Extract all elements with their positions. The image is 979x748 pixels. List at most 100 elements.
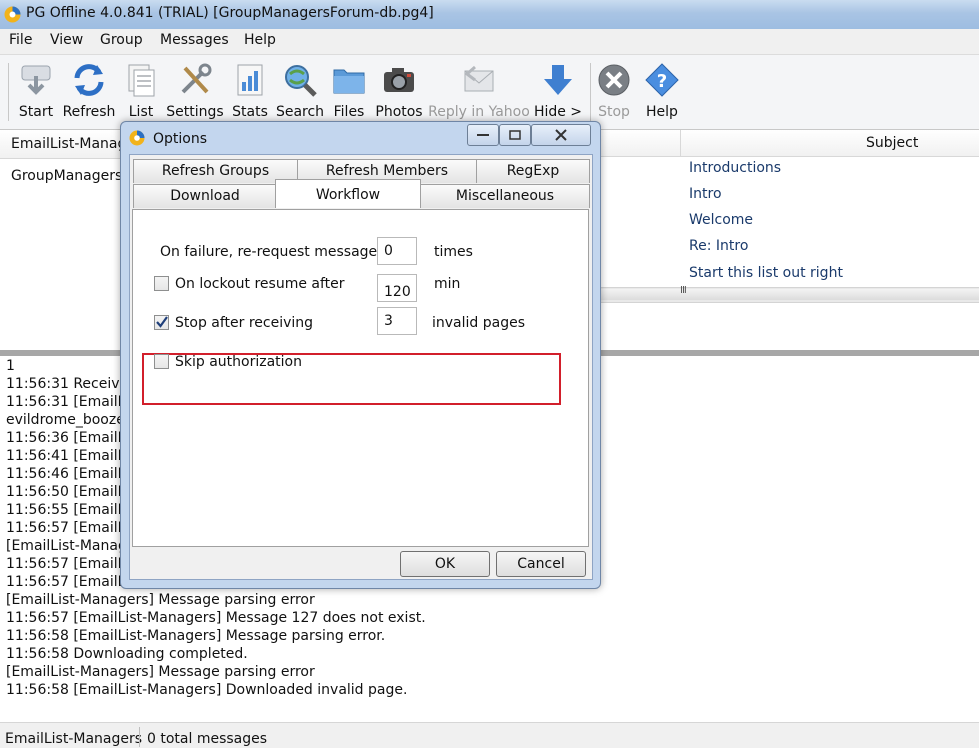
- stop-after-label: Stop after receiving: [175, 315, 314, 331]
- log-line: 11:56:58 Downloading completed.: [6, 646, 248, 662]
- menu-file[interactable]: File: [9, 32, 32, 48]
- title-bar[interactable]: PG Offline 4.0.841 (TRIAL) [GroupManager…: [0, 0, 979, 29]
- photos-button[interactable]: Photos: [372, 58, 426, 124]
- hide-button[interactable]: Hide >: [532, 58, 584, 124]
- maximize-icon: [509, 130, 521, 140]
- close-button[interactable]: [531, 124, 591, 146]
- refresh-icon: [74, 64, 104, 96]
- hide-label: Hide >: [533, 104, 583, 120]
- dialog-body: Refresh Groups Refresh Members RegExp Do…: [129, 154, 593, 580]
- message-subject[interactable]: Introductions: [689, 160, 781, 176]
- toolbar-divider: [590, 63, 591, 121]
- lockout-minutes-input[interactable]: 120: [377, 274, 417, 302]
- dialog-title: Options: [153, 131, 208, 147]
- status-message-count: 0 total messages: [147, 731, 268, 747]
- horizontal-scrollbar[interactable]: III: [598, 285, 979, 303]
- message-subject[interactable]: Start this list out right: [689, 265, 843, 281]
- message-subject[interactable]: Welcome: [689, 212, 753, 228]
- stop-x-icon: [598, 64, 630, 96]
- message-subject[interactable]: Intro: [689, 186, 722, 202]
- dialog-app-icon: [129, 130, 145, 146]
- skip-authorization-checkbox[interactable]: [154, 354, 169, 369]
- reply-in-yahoo-button[interactable]: Reply in Yahoo: [428, 58, 530, 124]
- hide-arrow-down-icon: [544, 65, 572, 95]
- message-list-pane: Subject Introductions Intro Welcome Re: …: [598, 130, 979, 350]
- lockout-unit-label: min: [434, 276, 461, 292]
- toolbar: Start Refresh List Settings Stats Search…: [0, 55, 979, 130]
- menu-help[interactable]: Help: [244, 32, 276, 48]
- status-divider: [139, 727, 140, 747]
- log-line: [EmailList-Managers] Message parsing err…: [6, 592, 315, 608]
- stats-label: Stats: [232, 104, 268, 120]
- message-subject[interactable]: Re: Intro: [689, 238, 748, 254]
- tab-miscellaneous[interactable]: Miscellaneous: [420, 184, 590, 208]
- menu-view[interactable]: View: [50, 32, 83, 48]
- failure-unit-label: times: [434, 244, 473, 260]
- svg-text:?: ?: [657, 71, 667, 92]
- toolbar-grip: [8, 63, 9, 121]
- maximize-button[interactable]: [499, 124, 531, 146]
- start-label: Start: [18, 104, 54, 120]
- start-button[interactable]: Start: [14, 58, 58, 124]
- menu-messages[interactable]: Messages: [160, 32, 229, 48]
- stop-after-unit-label: invalid pages: [432, 315, 526, 331]
- workflow-tab-panel: On failure, re-request message 0 times O…: [132, 209, 589, 547]
- tab-regexp[interactable]: RegExp: [476, 159, 590, 183]
- column-separator[interactable]: [680, 130, 681, 156]
- reply-in-yahoo-label: Reply in Yahoo: [428, 104, 530, 120]
- window-title: PG Offline 4.0.841 (TRIAL) [GroupManager…: [26, 5, 434, 21]
- reply-mail-icon: [464, 65, 494, 92]
- checkmark-icon: [156, 316, 168, 328]
- stop-after-pages-input[interactable]: 3: [377, 307, 417, 335]
- options-dialog: Options Refresh Groups Refresh Members R…: [120, 121, 601, 589]
- start-download-icon: [21, 65, 51, 95]
- stop-button[interactable]: Stop: [594, 58, 634, 124]
- settings-button[interactable]: Settings: [164, 58, 226, 124]
- log-line: [EmailList-Manag: [6, 538, 127, 554]
- search-label: Search: [275, 104, 325, 120]
- cancel-button[interactable]: Cancel: [496, 551, 586, 577]
- files-label: Files: [333, 104, 365, 120]
- list-button[interactable]: List: [120, 58, 162, 124]
- ok-button[interactable]: OK: [400, 551, 490, 577]
- tab-refresh-groups[interactable]: Refresh Groups: [133, 159, 298, 183]
- scroll-grip: III: [680, 285, 687, 296]
- menu-group[interactable]: Group: [100, 32, 143, 48]
- files-folder-icon: [333, 69, 365, 94]
- status-bar: EmailList-Managers 0 total messages: [0, 722, 979, 748]
- help-button[interactable]: ? Help: [640, 58, 684, 124]
- settings-label: Settings: [166, 104, 224, 120]
- files-button[interactable]: Files: [328, 58, 370, 124]
- stop-after-checkbox[interactable]: [154, 315, 169, 330]
- help-label: Help: [646, 104, 678, 120]
- minimize-button[interactable]: [467, 124, 499, 146]
- skip-authorization-label: Skip authorization: [175, 354, 302, 370]
- log-line: 1: [6, 358, 15, 374]
- group-list-header[interactable]: EmailList-Managers: [0, 130, 148, 159]
- group-list-pane: EmailList-Managers GroupManagersForum: [0, 130, 167, 350]
- scrollbar-thumb[interactable]: [598, 289, 979, 300]
- log-line: [EmailList-Managers] Message parsing err…: [6, 664, 315, 680]
- minimize-icon: [477, 134, 489, 136]
- list-label: List: [128, 104, 154, 120]
- stats-button[interactable]: Stats: [228, 58, 272, 124]
- list-icon: [128, 64, 155, 97]
- refresh-button[interactable]: Refresh: [60, 58, 118, 124]
- subject-column-header[interactable]: Subject: [866, 135, 918, 151]
- on-failure-label: On failure, re-request message: [160, 244, 378, 260]
- lockout-checkbox[interactable]: [154, 276, 169, 291]
- status-group: EmailList-Managers: [5, 731, 143, 747]
- tab-download[interactable]: Download: [133, 184, 277, 208]
- help-question-icon: ?: [645, 63, 679, 97]
- close-icon: [555, 129, 567, 141]
- stop-label: Stop: [598, 104, 630, 120]
- lockout-label: On lockout resume after: [175, 276, 345, 292]
- message-list-header: Subject: [598, 130, 979, 157]
- log-line: 11:56:58 [EmailList-Managers] Downloaded…: [6, 682, 408, 698]
- tab-workflow[interactable]: Workflow: [275, 179, 421, 208]
- search-button[interactable]: Search: [274, 58, 326, 124]
- failure-retries-input[interactable]: 0: [377, 237, 417, 265]
- menu-bar: File View Group Messages Help: [0, 29, 979, 55]
- app-logo-icon: [4, 6, 21, 23]
- search-globe-icon: [285, 65, 317, 97]
